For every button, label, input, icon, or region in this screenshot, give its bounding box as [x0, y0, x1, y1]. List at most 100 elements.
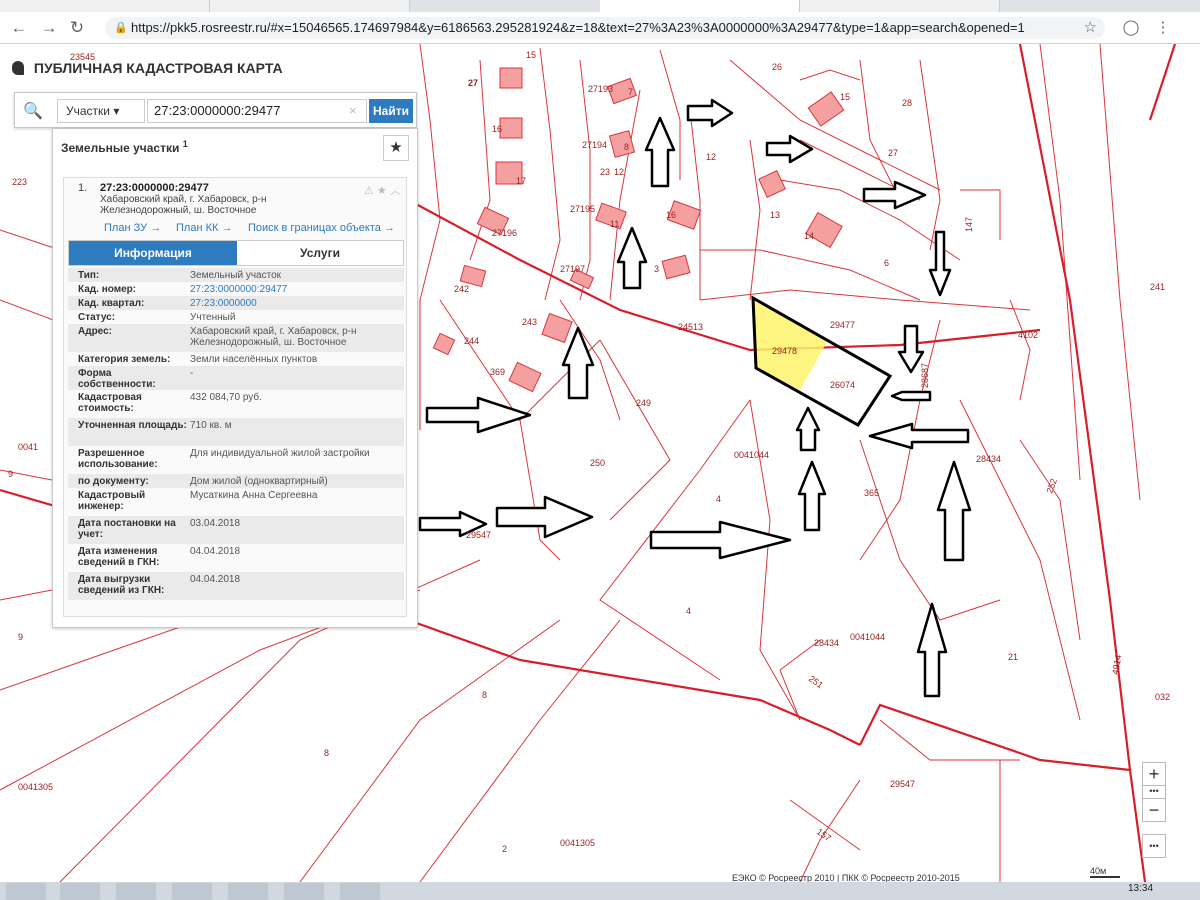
scale-label: 40м: [1090, 866, 1107, 876]
app-logo[interactable]: ПУБЛИЧНАЯ КАДАСТРОВАЯ КАРТА: [12, 60, 302, 82]
attribute-row: по документу: Дом жилой (одноквартирный): [68, 474, 404, 488]
search-type-select[interactable]: Участки ▾: [57, 99, 145, 123]
favorite-star-button[interactable]: ★: [383, 135, 409, 161]
attribute-row: Кад. квартал: 27:23:0000000: [68, 296, 404, 310]
building: [541, 312, 573, 344]
card-tabs: Информация Услуги: [68, 240, 404, 266]
parcel-boundary: [0, 589, 53, 601]
taskbar-app-ie[interactable]: [60, 883, 100, 900]
attribute-key: Категория земель:: [78, 354, 171, 365]
parcel-label: 13: [770, 210, 780, 220]
parcel-label: 4: [686, 606, 691, 616]
menu-dots-icon[interactable]: ⋮: [1152, 17, 1174, 39]
map-menu-button[interactable]: •••: [1142, 834, 1166, 858]
attribute-row: Категория земель: Земли населённых пункто…: [68, 352, 404, 366]
attribute-row: Форма собственности: -: [68, 366, 404, 390]
parcel-boundary: [859, 59, 901, 201]
parcel-label: 3: [654, 264, 659, 274]
block-boundary: [1148, 44, 1177, 121]
reload-icon[interactable]: ↻: [66, 17, 88, 39]
parcel-label: 26074: [830, 380, 855, 390]
attribute-value: Мусаткина Анна Сергеевна: [190, 490, 318, 501]
profile-icon[interactable]: ◯: [1120, 17, 1142, 39]
plan-kk-link[interactable]: План КК →: [176, 222, 232, 234]
bookmark-star-icon[interactable]: ☆: [1084, 17, 1097, 39]
annotation-arrow: [765, 134, 814, 164]
start-button[interactable]: [6, 883, 46, 900]
parcel-label: 9: [8, 469, 13, 479]
search-button[interactable]: Найти: [369, 99, 413, 123]
parcel-boundary: [729, 59, 941, 191]
attribute-value: Хабаровский край, г. Хабаровск, р-н Желе…: [190, 326, 357, 348]
attribute-value: 03.04.2018: [190, 518, 241, 529]
parcel-label: 29477: [830, 320, 855, 330]
taskbar-app-paint[interactable]: [340, 883, 380, 900]
attribute-key: Дата изменения сведений в ГКН:: [78, 546, 160, 568]
search-in-bounds-link[interactable]: Поиск в границах объекта →: [248, 222, 395, 234]
search-type-label: Участки: [66, 104, 110, 118]
attribute-key: Тип:: [78, 270, 100, 281]
lock-icon: 🔒: [114, 22, 128, 34]
tab-services[interactable]: Услуги: [237, 241, 403, 265]
attribute-value[interactable]: 27:23:0000000:29477: [190, 284, 400, 295]
parcel-label: 15: [526, 50, 536, 60]
search-input[interactable]: 27:23:0000000:29477: [147, 99, 367, 123]
attribute-key: Кадастровый инженер:: [78, 490, 146, 512]
attribute-key: Дата выгрузки сведений из ГКН:: [78, 574, 165, 596]
search-icon[interactable]: 🔍: [23, 101, 43, 121]
parcel-label: 14: [804, 231, 814, 241]
parcel-label: 0041044: [734, 450, 769, 460]
parcel-label: 15: [840, 92, 850, 102]
parcel-boundary: [749, 139, 761, 301]
parcel-label: 24513: [678, 322, 703, 332]
parcel-label: 243: [522, 317, 537, 327]
tab-information[interactable]: Информация: [69, 241, 237, 265]
attribute-row: Дата выгрузки сведений из ГКН: 04.04.2018: [68, 572, 404, 600]
attribute-key: Разрешенное использование:: [78, 448, 158, 470]
parcel-label: 17: [516, 176, 526, 186]
annotation-arrow: [868, 422, 970, 450]
back-arrow-icon[interactable]: ←: [8, 17, 30, 39]
parcel-boundary: [879, 719, 1020, 761]
zoom-out-button[interactable]: −: [1142, 798, 1166, 822]
attribute-row: Статус: Учтенный: [68, 310, 404, 324]
browser-tab-active[interactable]: [600, 0, 800, 12]
parcel-label: 28687: [920, 363, 930, 388]
zoom-in-button[interactable]: +: [1142, 762, 1166, 786]
parcel-label: 27197: [560, 264, 585, 274]
parcel-label: 4: [716, 494, 721, 504]
parcel-label: 2: [502, 844, 507, 854]
parcel-label: 6: [884, 258, 889, 268]
card-address: Хабаровский край, г. Хабаровск, р-н Желе…: [100, 194, 267, 216]
taskbar-app-skype[interactable]: [284, 883, 324, 900]
attribute-value[interactable]: 27:23:0000000: [190, 298, 400, 309]
browser-tab[interactable]: [210, 0, 410, 12]
attribute-value: Учтенный: [190, 312, 236, 323]
building: [608, 130, 636, 158]
taskbar-app-chrome[interactable]: [172, 883, 212, 900]
parcel-boundary: [699, 289, 1031, 311]
card-action-icons[interactable]: ⚠ ★ ︿: [364, 182, 401, 198]
url-field[interactable]: 🔒 https://pkk5.rosreestr.ru/#x=15046565.…: [105, 17, 1105, 39]
parcel-label: 032: [1155, 692, 1170, 702]
parcel-label: 28: [902, 98, 912, 108]
parcel-label: 0041305: [18, 782, 53, 792]
browser-tab[interactable]: [800, 0, 1000, 12]
attribute-row: Кадастровый инженер: Мусаткина Анна Серге…: [68, 488, 404, 516]
panel-title-text: Земельные участки: [61, 141, 180, 155]
clear-icon[interactable]: ×: [349, 99, 357, 123]
parcel-boundary: [859, 439, 1001, 621]
attribute-key: Кад. квартал:: [78, 298, 145, 309]
taskbar-app-explorer[interactable]: [228, 883, 268, 900]
annotation-arrow: [425, 396, 532, 434]
parcel-label: 0041044: [850, 632, 885, 642]
taskbar-app[interactable]: [116, 883, 156, 900]
parcel-label: 27: [468, 78, 478, 88]
browser-tabstrip: [0, 0, 1200, 12]
browser-tab[interactable]: [0, 0, 210, 12]
forward-arrow-icon[interactable]: →: [38, 17, 60, 39]
plan-zu-link[interactable]: План ЗУ →: [104, 222, 161, 234]
zoom-level-dots: •••: [1142, 786, 1166, 798]
selected-parcel-fill[interactable]: [753, 298, 828, 390]
annotation-arrow: [916, 602, 948, 698]
